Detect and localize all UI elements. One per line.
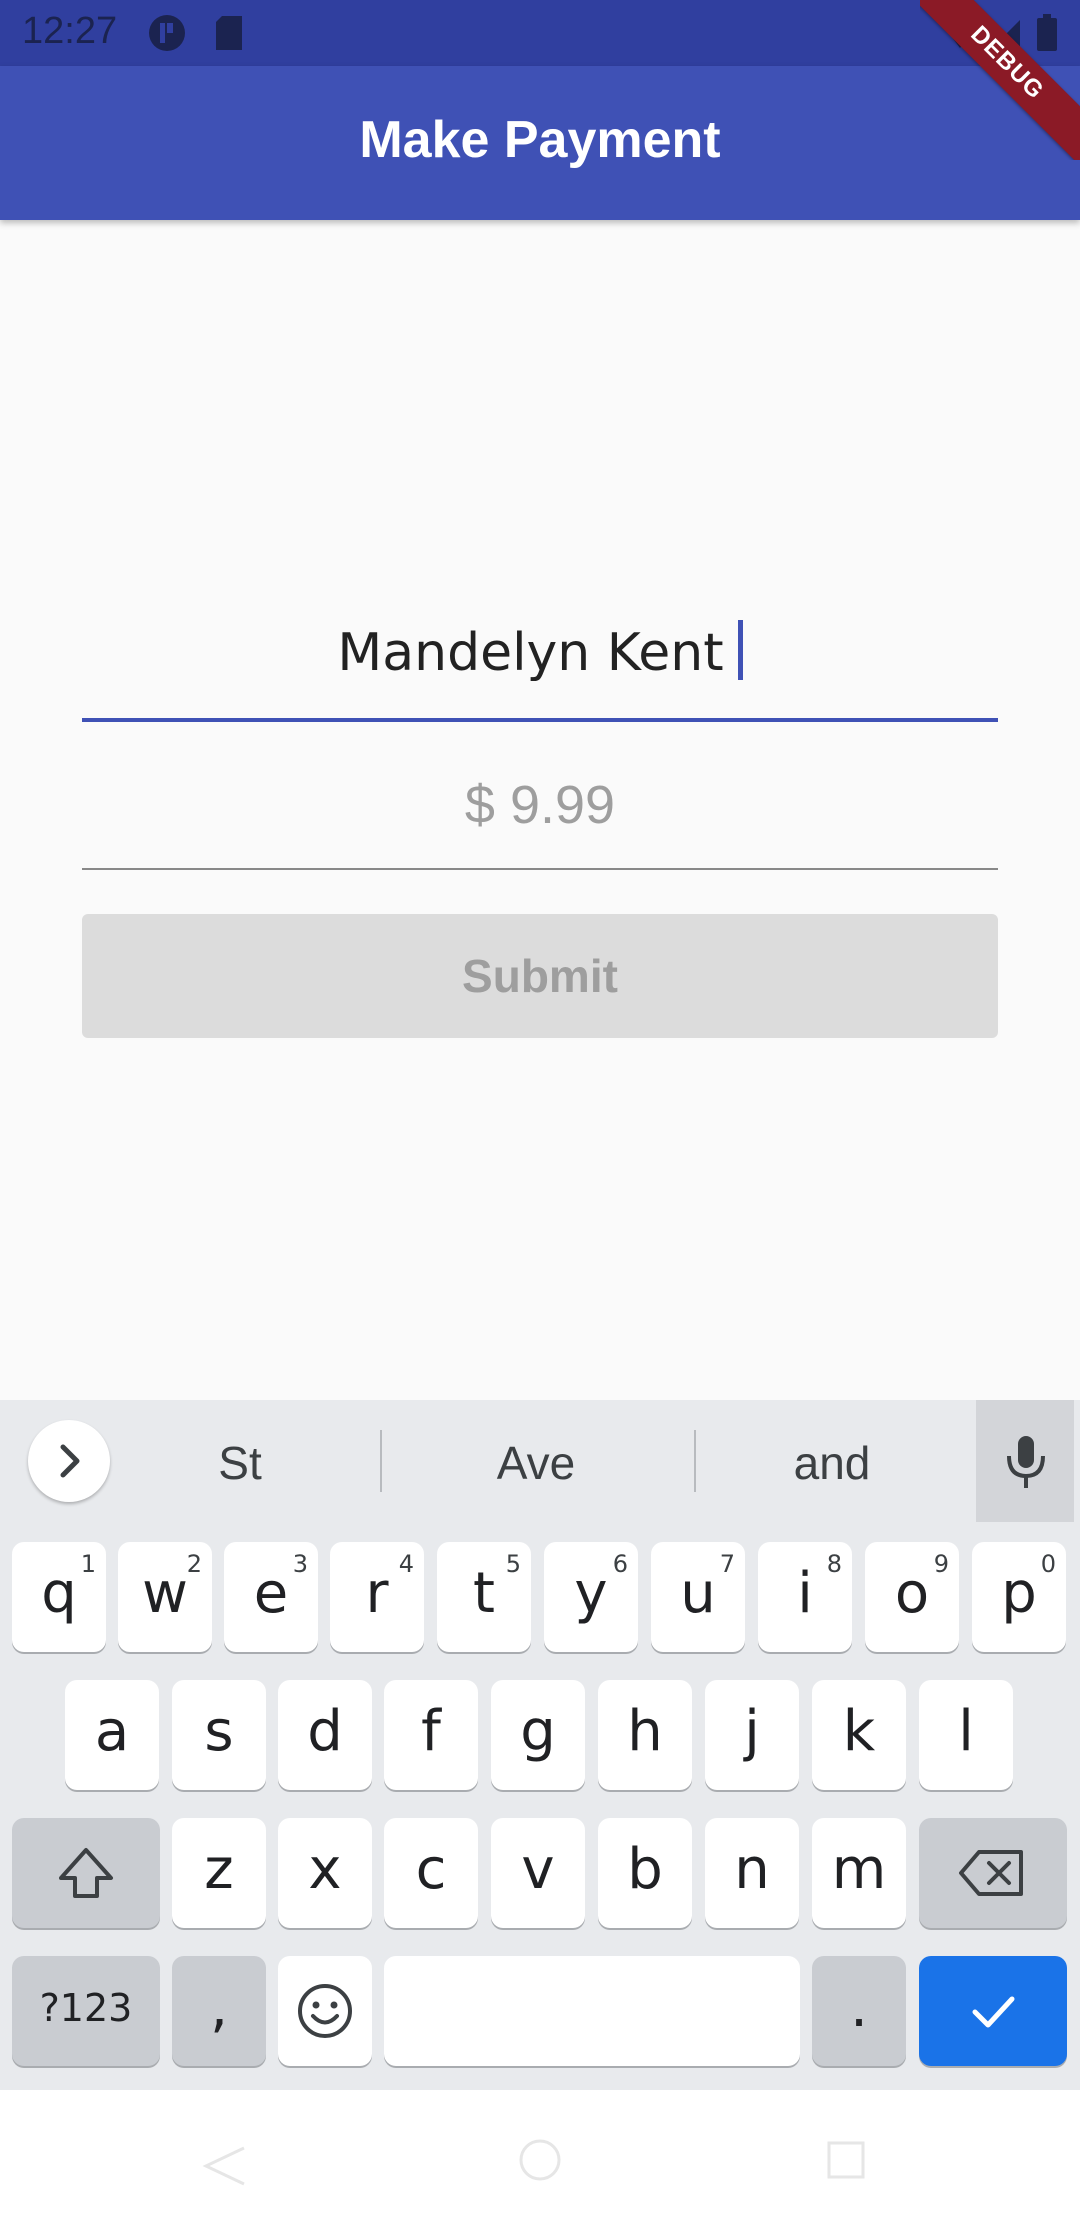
key-l[interactable]: l (919, 1680, 1013, 1790)
key-g[interactable]: g (491, 1680, 585, 1790)
symbols-key[interactable]: ?123 (12, 1956, 160, 2066)
key-label: q (41, 1561, 77, 1626)
check-icon (972, 1996, 1015, 2028)
key-j[interactable]: j (705, 1680, 799, 1790)
key-r[interactable]: r4 (330, 1542, 424, 1652)
key-label: o (894, 1561, 930, 1626)
key-s[interactable]: s (172, 1680, 266, 1790)
backspace-icon (959, 1849, 1023, 1896)
key-hint: 4 (398, 1550, 414, 1578)
key-label: i (797, 1561, 813, 1626)
key-label: e (253, 1561, 289, 1626)
suggestion-bar: St Ave and (0, 1400, 1080, 1522)
key-hint: 1 (80, 1550, 96, 1578)
amount-field[interactable]: $ 9.99 (82, 752, 998, 870)
chevron-right-icon (60, 1444, 80, 1478)
suggestion-st[interactable]: St (140, 1436, 340, 1490)
key-hint: 5 (505, 1550, 521, 1578)
enter-key[interactable] (919, 1956, 1067, 2066)
mic-icon (1007, 1436, 1045, 1488)
key-t[interactable]: t5 (437, 1542, 531, 1652)
key-a[interactable]: a (65, 1680, 159, 1790)
key-hint: 9 (933, 1550, 949, 1578)
key-d[interactable]: d (278, 1680, 372, 1790)
suggestion-divider (380, 1430, 382, 1492)
emoji-icon (298, 1983, 352, 2038)
backspace-key[interactable] (919, 1818, 1067, 1928)
debug-banner: DEBUG (920, 0, 1080, 160)
key-label: t (473, 1561, 495, 1626)
key-q[interactable]: q1 (12, 1542, 106, 1652)
key-y[interactable]: y6 (544, 1542, 638, 1652)
suggestion-divider (694, 1430, 696, 1492)
name-field-value: Mandelyn Kent (337, 623, 724, 683)
debug-banner-container: DEBUG (920, 0, 1080, 160)
key-label: y (574, 1561, 608, 1626)
name-field[interactable]: Mandelyn Kent (82, 600, 998, 722)
key-u[interactable]: u7 (651, 1542, 745, 1652)
status-bar: 12:27 (0, 0, 1080, 66)
app-bar: Make Payment (0, 66, 1080, 220)
key-b[interactable]: b (598, 1818, 692, 1928)
status-time: 12:27 (22, 10, 118, 52)
text-cursor (737, 620, 743, 680)
name-field-value-wrap: Mandelyn Kent (82, 620, 998, 683)
period-key[interactable]: . (812, 1956, 906, 2066)
key-e[interactable]: e3 (224, 1542, 318, 1652)
key-m[interactable]: m (812, 1818, 906, 1928)
key-hint: 8 (826, 1550, 842, 1578)
key-label: p (1001, 1561, 1037, 1626)
key-label: w (142, 1561, 188, 1626)
key-hint: 0 (1040, 1550, 1056, 1578)
key-k[interactable]: k (812, 1680, 906, 1790)
key-h[interactable]: h (598, 1680, 692, 1790)
key-label: u (680, 1561, 716, 1626)
key-f[interactable]: f (384, 1680, 478, 1790)
home-icon[interactable] (518, 2138, 562, 2182)
submit-button[interactable]: Submit (82, 914, 998, 1038)
navigation-bar (0, 2090, 1080, 2220)
key-z[interactable]: z (172, 1818, 266, 1928)
key-hint: 3 (292, 1550, 308, 1578)
key-i[interactable]: i8 (758, 1542, 852, 1652)
keyboard: St Ave and q1 w2 e3 r4 t5 y6 u7 i8 o9 p0… (0, 1400, 1080, 2090)
comma-key[interactable]: , (172, 1956, 266, 2066)
expand-toolbar-button[interactable] (28, 1420, 110, 1502)
key-v[interactable]: v (491, 1818, 585, 1928)
shift-key[interactable] (12, 1818, 160, 1928)
sim-card-icon (214, 14, 244, 57)
shift-icon (59, 1847, 113, 1898)
app-notification-icon (148, 14, 186, 57)
key-hint: 2 (186, 1550, 202, 1578)
key-c[interactable]: c (384, 1818, 478, 1928)
space-key[interactable] (384, 1956, 800, 2066)
recents-icon[interactable] (826, 2140, 866, 2180)
page-title: Make Payment (359, 111, 721, 169)
key-p[interactable]: p0 (972, 1542, 1066, 1652)
key-hint: 6 (612, 1550, 628, 1578)
key-n[interactable]: n (705, 1818, 799, 1928)
key-hint: 7 (719, 1550, 735, 1578)
suggestion-and[interactable]: and (732, 1436, 932, 1490)
back-icon[interactable] (200, 2146, 250, 2186)
key-label: r (365, 1561, 389, 1626)
voice-input-button[interactable] (976, 1400, 1074, 1522)
suggestion-ave[interactable]: Ave (436, 1436, 636, 1490)
emoji-key[interactable] (278, 1956, 372, 2066)
key-w[interactable]: w2 (118, 1542, 212, 1652)
amount-field-value: $ 9.99 (464, 775, 616, 835)
key-x[interactable]: x (278, 1818, 372, 1928)
key-o[interactable]: o9 (865, 1542, 959, 1652)
